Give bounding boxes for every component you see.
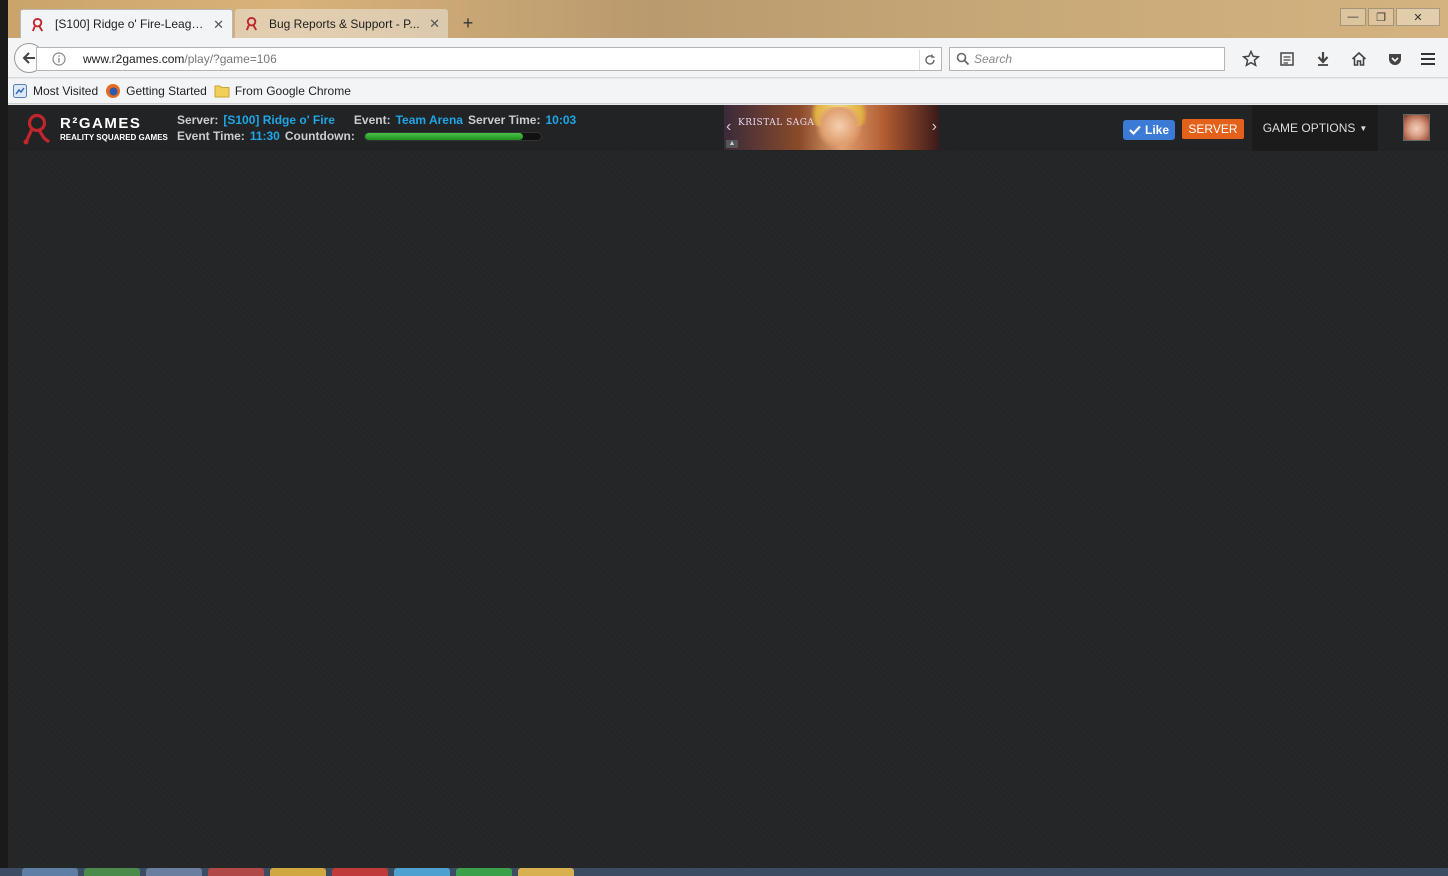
close-window-button[interactable]: ✕ — [1396, 8, 1440, 26]
window-left-edge — [0, 0, 8, 876]
event-value: Team Arena — [395, 113, 463, 127]
taskbar-item[interactable] — [518, 868, 574, 876]
caret-down-icon: ▼ — [1359, 123, 1368, 133]
bookmark-folder-chrome[interactable]: From Google Chrome — [214, 83, 351, 99]
info-icon[interactable] — [52, 52, 66, 66]
banner-prev-icon[interactable]: ‹ — [726, 118, 731, 136]
taskbar-item[interactable] — [208, 868, 264, 876]
logo-wordmark: R²GAMES — [60, 114, 142, 132]
server-value[interactable]: [S100] Ridge o' Fire — [223, 112, 335, 128]
window-controls: — ❐ ✕ — [1340, 8, 1440, 26]
back-arrow-icon — [22, 52, 35, 64]
event-time-value: 11:30 — [249, 129, 280, 143]
taskbar-item[interactable] — [270, 868, 326, 876]
reading-list-icon[interactable] — [1269, 47, 1305, 71]
user-avatar[interactable] — [1403, 114, 1430, 141]
url-domain: www.r2games.com — [83, 52, 185, 66]
server-info: Server: [S100] Ridge o' Fire Event: Team… — [177, 112, 576, 144]
like-button[interactable]: Like — [1123, 120, 1175, 140]
game-header-bar: R²GAMES REALITY SQUARED GAMES Server: [S… — [8, 105, 1448, 151]
game-options-label: GAME OPTIONS — [1262, 121, 1356, 135]
hamburger-menu-icon[interactable] — [1416, 47, 1440, 71]
taskbar-item[interactable] — [84, 868, 140, 876]
taskbar-item[interactable] — [456, 868, 512, 876]
r2games-logo[interactable]: R²GAMES REALITY SQUARED GAMES — [22, 111, 168, 145]
tab-strip: [S100] Ridge o' Fire-League... ✕ Bug Rep… — [20, 9, 482, 38]
tab-label: [S100] Ridge o' Fire-League... — [55, 17, 204, 31]
home-icon[interactable] — [1341, 47, 1377, 71]
bookmark-label: Most Visited — [33, 84, 99, 98]
search-input[interactable]: Search — [949, 47, 1225, 71]
taskbar-item[interactable] — [146, 868, 202, 876]
r2games-logo-mark-icon — [23, 113, 50, 145]
server-label: Server: — [177, 113, 219, 127]
server-time-label: Server Time: — [467, 113, 541, 127]
countdown-label: Countdown: — [284, 129, 355, 143]
server-button-label: SERVER — [1188, 122, 1238, 136]
most-visited-icon — [13, 84, 27, 98]
banner-next-icon[interactable]: › — [932, 118, 937, 136]
event-time-label: Event Time: — [177, 129, 245, 143]
r2games-favicon-icon — [32, 17, 44, 32]
navigation-bar: www.r2games.com/play/?game=106 Search — [8, 38, 1448, 78]
new-tab-button[interactable]: + — [454, 9, 482, 38]
address-bar[interactable]: www.r2games.com/play/?game=106 — [36, 47, 942, 71]
countdown-progress-bar — [363, 131, 542, 141]
restore-button[interactable]: ❐ — [1368, 8, 1394, 26]
toolbar-icons — [1233, 47, 1413, 71]
bookmark-getting-started[interactable]: Getting Started — [105, 83, 207, 99]
game-page: R²GAMES REALITY SQUARED GAMES Server: [S… — [8, 105, 1448, 868]
banner-character-face — [814, 107, 864, 149]
taskbar-item[interactable] — [22, 868, 78, 876]
reload-icon[interactable] — [919, 50, 939, 70]
close-tab-icon[interactable]: ✕ — [213, 17, 224, 33]
banner-collapse-icon[interactable]: ▲ — [726, 140, 738, 148]
os-taskbar — [0, 868, 1448, 876]
tab-bug-reports[interactable]: Bug Reports & Support - P... ✕ — [235, 9, 448, 38]
tab-game[interactable]: [S100] Ridge o' Fire-League... ✕ — [20, 9, 233, 38]
search-placeholder: Search — [974, 52, 1013, 66]
bookmark-star-icon[interactable] — [1233, 47, 1269, 71]
firefox-icon — [106, 84, 121, 98]
game-options-button[interactable]: GAME OPTIONS ▼ — [1252, 105, 1378, 151]
r2games-favicon-icon — [246, 16, 258, 31]
logo-tagline: REALITY SQUARED GAMES — [60, 132, 168, 142]
download-icon[interactable] — [1305, 47, 1341, 71]
pocket-icon[interactable] — [1377, 47, 1413, 71]
taskbar-item[interactable] — [394, 868, 450, 876]
server-button[interactable]: SERVER — [1182, 119, 1244, 139]
bookmark-most-visited[interactable]: Most Visited — [12, 83, 98, 99]
url-path: /play/?game=106 — [184, 52, 277, 66]
bookmark-label: From Google Chrome — [234, 84, 351, 98]
search-icon — [956, 52, 970, 66]
game-ad-banner[interactable]: KRISTAL SAGA ‹ › ▲ — [724, 105, 939, 150]
countdown-progress-fill — [364, 132, 524, 140]
bookmarks-toolbar: Most Visited Getting Started From Google… — [8, 79, 1448, 104]
banner-title: KRISTAL SAGA — [738, 118, 815, 128]
checkmark-icon — [1129, 125, 1141, 135]
bookmark-label: Getting Started — [126, 84, 207, 98]
taskbar-item[interactable] — [332, 868, 388, 876]
folder-icon — [214, 85, 230, 98]
minimize-button[interactable]: — — [1340, 8, 1366, 26]
like-label: Like — [1144, 123, 1169, 137]
tab-label: Bug Reports & Support - P... — [269, 16, 420, 31]
event-label: Event: — [353, 113, 391, 127]
close-tab-icon[interactable]: ✕ — [429, 16, 440, 32]
server-time-value: 10:03 — [545, 113, 577, 127]
